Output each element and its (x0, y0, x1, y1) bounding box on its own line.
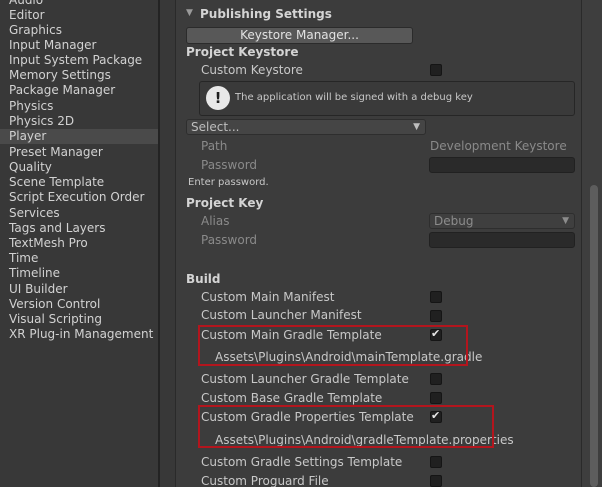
keystore-password-field[interactable] (429, 157, 575, 173)
panel-gutter (160, 0, 175, 487)
custom-gradle-settings-template-checkbox[interactable] (430, 456, 442, 468)
custom-launcher-manifest-label: Custom Launcher Manifest (201, 308, 362, 322)
info-message: The application will be signed with a de… (235, 92, 473, 103)
alias-value: Debug (434, 214, 474, 228)
foldout-arrow-icon[interactable]: ▼ (186, 8, 193, 18)
sidebar-item-input-system-package[interactable]: Input System Package (0, 53, 158, 68)
sidebar-item-tags-and-layers[interactable]: Tags and Layers (0, 221, 158, 236)
sidebar-item-editor[interactable]: Editor (0, 8, 158, 23)
keystore-select-value: Select... (191, 120, 240, 134)
build-header: Build (186, 272, 221, 286)
highlight-box-main-gradle (198, 325, 468, 366)
sidebar-item-memory-settings[interactable]: Memory Settings (0, 68, 158, 83)
sidebar-item-ui-builder[interactable]: UI Builder (0, 282, 158, 297)
custom-proguard-file-label: Custom Proguard File (201, 474, 329, 487)
path-value: Development Keystore (430, 139, 567, 153)
sidebar-item-scene-template[interactable]: Scene Template (0, 175, 158, 190)
custom-keystore-checkbox[interactable] (430, 64, 442, 76)
custom-base-gradle-template-checkbox[interactable] (430, 392, 442, 404)
custom-base-gradle-template-label: Custom Base Gradle Template (201, 391, 383, 405)
custom-launcher-manifest-checkbox[interactable] (430, 310, 442, 322)
sidebar-item-package-manager[interactable]: Package Manager (0, 83, 158, 98)
keystore-select-dropdown[interactable]: Select... ▼ (186, 119, 426, 135)
sidebar-item-input-manager[interactable]: Input Manager (0, 38, 158, 53)
sidebar-item-visual-scripting[interactable]: Visual Scripting (0, 312, 158, 327)
sidebar-item-graphics[interactable]: Graphics (0, 23, 158, 38)
sidebar-item-player[interactable]: Player (0, 129, 158, 144)
sidebar-item-physics-2d[interactable]: Physics 2D (0, 114, 158, 129)
sidebar-item-services[interactable]: Services (0, 206, 158, 221)
keystore-password-label: Password (201, 158, 258, 172)
info-icon: ! (206, 86, 230, 110)
keystore-manager-button[interactable]: Keystore Manager... (186, 27, 413, 44)
publishing-settings-title[interactable]: Publishing Settings (200, 7, 332, 21)
sidebar-item-textmesh-pro[interactable]: TextMesh Pro (0, 236, 158, 251)
sidebar-item-quality[interactable]: Quality (0, 160, 158, 175)
alias-label: Alias (201, 214, 230, 228)
highlight-box-gradle-properties (198, 405, 494, 448)
custom-launcher-gradle-template-checkbox[interactable] (430, 373, 442, 385)
custom-gradle-settings-template-label: Custom Gradle Settings Template (201, 455, 403, 469)
sidebar-item-xr-plugin-management[interactable]: XR Plug-in Management (0, 327, 158, 342)
vertical-scrollbar[interactable] (582, 0, 602, 487)
settings-sidebar: Audio Editor Graphics Input Manager Inpu… (0, 0, 158, 487)
chevron-down-icon: ▼ (562, 216, 569, 226)
project-key-header: Project Key (186, 196, 264, 210)
alias-dropdown[interactable]: Debug ▼ (429, 213, 575, 229)
sidebar-item-audio[interactable]: Audio (0, 0, 158, 8)
sidebar-item-version-control[interactable]: Version Control (0, 297, 158, 312)
chevron-down-icon: ▼ (413, 122, 420, 132)
key-password-label: Password (201, 233, 258, 247)
key-password-field[interactable] (429, 232, 575, 248)
custom-keystore-label: Custom Keystore (201, 63, 303, 77)
custom-main-manifest-checkbox[interactable] (430, 291, 442, 303)
custom-proguard-file-checkbox[interactable] (430, 475, 442, 487)
sidebar-item-preset-manager[interactable]: Preset Manager (0, 145, 158, 160)
path-label: Path (201, 139, 228, 153)
scrollbar-thumb[interactable] (590, 185, 598, 487)
custom-main-manifest-label: Custom Main Manifest (201, 290, 335, 304)
sidebar-item-timeline[interactable]: Timeline (0, 266, 158, 281)
publishing-settings-panel: ▼ Publishing Settings Keystore Manager..… (175, 0, 582, 487)
sidebar-item-script-execution-order[interactable]: Script Execution Order (0, 190, 158, 205)
enter-password-hint: Enter password. (188, 177, 269, 188)
project-keystore-header: Project Keystore (186, 45, 299, 59)
custom-launcher-gradle-template-label: Custom Launcher Gradle Template (201, 372, 409, 386)
sidebar-item-physics[interactable]: Physics (0, 99, 158, 114)
info-helpbox: ! The application will be signed with a … (199, 81, 575, 116)
sidebar-item-time[interactable]: Time (0, 251, 158, 266)
